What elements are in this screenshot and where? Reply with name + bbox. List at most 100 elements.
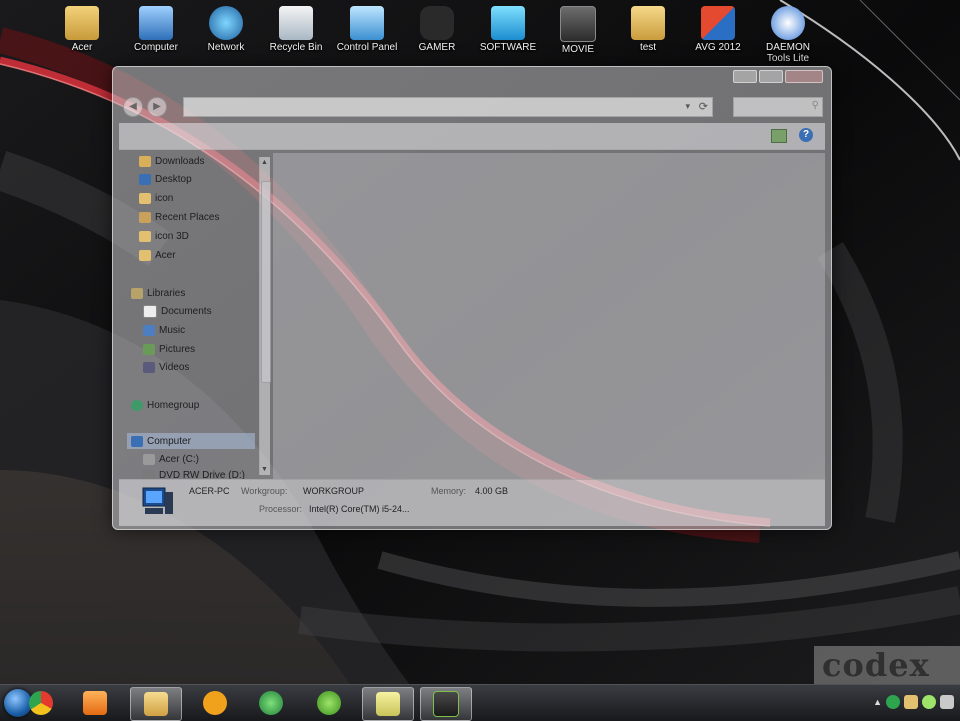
minimize-button[interactable] xyxy=(733,70,757,83)
downloads-folder-icon xyxy=(139,155,151,167)
scroll-up-icon[interactable]: ▲ xyxy=(261,159,268,166)
workgroup-value: WORKGROUP xyxy=(303,486,365,496)
desktop-icon-recycle-bin[interactable]: Recycle Bin xyxy=(262,6,330,53)
close-button[interactable] xyxy=(785,70,823,83)
nav-item-libraries[interactable]: Libraries xyxy=(131,285,185,301)
folder-user-icon xyxy=(65,6,99,40)
search-icon: ⚲ xyxy=(811,100,819,111)
processor-value: Intel(R) Core(TM) i5-24... xyxy=(309,504,410,514)
navigation-pane: Downloads Desktop icon Recent Places ico… xyxy=(127,153,259,479)
taskbar-button-utorrent[interactable] xyxy=(304,687,354,719)
window-caption-buttons xyxy=(733,70,823,83)
music-icon xyxy=(143,324,155,336)
control-panel-icon xyxy=(350,6,384,40)
nav-item-icon-3d[interactable]: icon 3D xyxy=(139,228,189,244)
nav-item-homegroup[interactable]: Homegroup xyxy=(131,397,199,413)
nav-item-videos[interactable]: Videos xyxy=(143,359,189,375)
videos-icon xyxy=(143,361,155,373)
show-hidden-icons-icon[interactable]: ▲ xyxy=(873,697,882,707)
nav-item-music[interactable]: Music xyxy=(143,322,185,338)
recent-places-icon xyxy=(139,211,151,223)
system-tray: ▲ xyxy=(873,695,954,709)
scroll-down-icon[interactable]: ▼ xyxy=(261,466,268,473)
back-button[interactable]: ◀ xyxy=(123,97,143,117)
media-player-icon xyxy=(83,691,107,715)
change-view-icon[interactable] xyxy=(771,129,787,143)
tray-app-icon[interactable] xyxy=(940,695,954,709)
tray-network-icon[interactable] xyxy=(886,695,900,709)
nav-item-downloads[interactable]: Downloads xyxy=(139,153,204,169)
nav-item-acer-c-drive[interactable]: Acer (C:) xyxy=(143,451,199,467)
computer-name: ACER-PC xyxy=(189,486,230,496)
app-icon xyxy=(203,691,227,715)
navigation-scrollbar[interactable]: ▲ ▼ xyxy=(259,157,271,475)
folder-icon xyxy=(144,692,168,716)
desktop-icon-software[interactable]: SOFTWARE xyxy=(474,6,542,53)
nav-item-desktop[interactable]: Desktop xyxy=(139,171,192,187)
folder-icon xyxy=(139,230,151,242)
computer-icon xyxy=(142,487,173,514)
workgroup-label: Workgroup: xyxy=(241,486,288,496)
drive-icon xyxy=(143,453,155,465)
watermark-logo: codex xyxy=(814,646,960,684)
software-icon xyxy=(491,6,525,40)
taskbar-button-app-orange[interactable] xyxy=(190,687,240,719)
nav-item-recent-places[interactable]: Recent Places xyxy=(139,209,219,225)
search-input[interactable] xyxy=(734,98,808,114)
desktop-icon-daemon-tools[interactable]: DAEMON Tools Lite xyxy=(754,6,822,64)
scroll-thumb[interactable] xyxy=(261,181,271,383)
nav-item-computer[interactable]: Computer xyxy=(127,433,255,449)
computer-icon xyxy=(131,435,143,447)
address-bar[interactable]: ▾ ⟳ xyxy=(183,97,713,117)
memory-label: Memory: xyxy=(431,486,467,496)
desktop-icon-movie[interactable]: MOVIE xyxy=(544,6,612,55)
desktop-icon-test[interactable]: test xyxy=(614,6,682,53)
desktop-icon-acer[interactable]: Acer xyxy=(48,6,116,53)
refresh-icon[interactable]: ⟳ xyxy=(699,100,708,113)
documents-icon xyxy=(143,304,157,318)
taskbar-button-download-manager[interactable] xyxy=(246,687,296,719)
command-bar: ? xyxy=(119,123,825,150)
file-list-pane[interactable] xyxy=(273,153,825,479)
forward-button[interactable]: ▶ xyxy=(147,97,167,117)
sticky-notes-icon xyxy=(376,692,400,716)
pictures-icon xyxy=(143,343,155,355)
nav-item-pictures[interactable]: Pictures xyxy=(143,341,195,357)
computer-icon xyxy=(139,6,173,40)
taskbar-button-sticky-notes[interactable] xyxy=(362,687,414,721)
memory-value: 4.00 GB xyxy=(475,486,509,496)
recycle-bin-icon xyxy=(279,6,313,40)
nav-item-icon[interactable]: icon xyxy=(139,190,173,206)
taskbar: ▲ xyxy=(0,684,960,721)
taskbar-button-chrome[interactable] xyxy=(16,687,66,719)
avg-icon xyxy=(701,6,735,40)
desktop-icon-network[interactable]: Network xyxy=(192,6,260,53)
utorrent-icon xyxy=(317,691,341,715)
folder-icon xyxy=(631,6,665,40)
nav-item-documents[interactable]: Documents xyxy=(143,303,212,319)
desktop-icon-computer[interactable]: Computer xyxy=(122,6,190,53)
taskbar-button-app-window[interactable] xyxy=(420,687,472,721)
help-icon[interactable]: ? xyxy=(799,128,813,142)
desktop-icon-avg-2012[interactable]: AVG 2012 xyxy=(684,6,752,53)
taskbar-button-media-player[interactable] xyxy=(70,687,120,719)
desktop-icon-control-panel[interactable]: Control Panel xyxy=(333,6,401,53)
tray-folder-icon[interactable] xyxy=(904,695,918,709)
address-dropdown-icon[interactable]: ▾ xyxy=(685,101,690,112)
desktop-icon-gamer[interactable]: GAMER xyxy=(403,6,471,53)
search-box[interactable]: ⚲ xyxy=(733,97,823,117)
download-manager-icon xyxy=(259,691,283,715)
daemon-tools-icon xyxy=(771,6,805,40)
homegroup-icon xyxy=(131,399,143,411)
nav-item-dvd-drive[interactable]: DVD RW Drive (D:) xyxy=(143,467,245,479)
explorer-window: ◀ ▶ ▾ ⟳ ⚲ ? Downloads Desktop icon Recen… xyxy=(112,66,832,530)
chrome-icon xyxy=(29,691,53,715)
movie-icon xyxy=(560,6,596,42)
gamepad-icon xyxy=(420,6,454,40)
taskbar-button-explorer[interactable] xyxy=(130,687,182,721)
libraries-icon xyxy=(131,287,143,299)
tray-utorrent-icon[interactable] xyxy=(922,695,936,709)
nav-item-acer[interactable]: Acer xyxy=(139,247,176,263)
maximize-button[interactable] xyxy=(759,70,783,83)
folder-icon xyxy=(139,249,151,261)
